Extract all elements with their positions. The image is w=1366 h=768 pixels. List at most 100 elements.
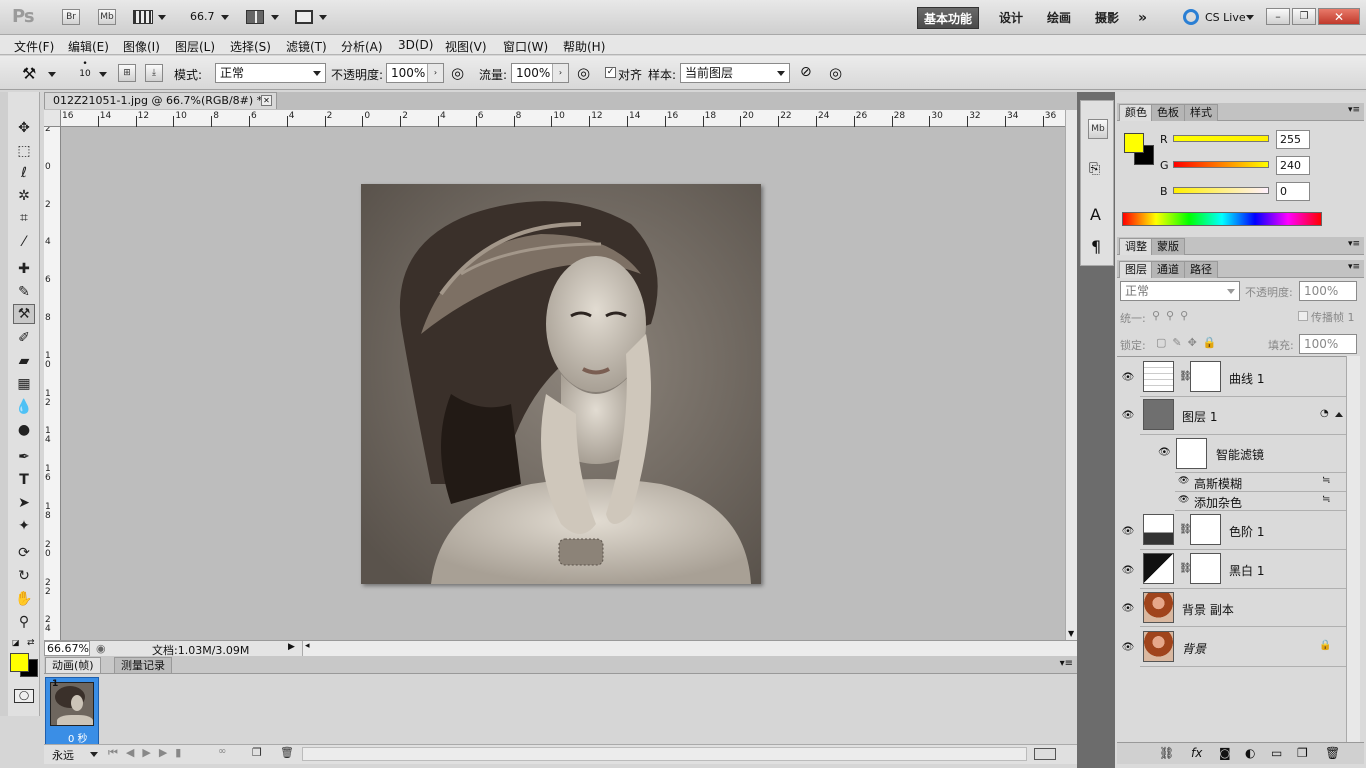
panel-menu-icon[interactable]: ▾≡ (1348, 105, 1360, 115)
opacity-slider-arrow[interactable]: › (427, 64, 443, 82)
fill-input[interactable]: 100% (1299, 334, 1357, 354)
lock-icons[interactable]: ▢✎✥🔒 (1156, 336, 1223, 349)
aligned-checkbox[interactable]: ✓ (605, 67, 616, 78)
r-slider[interactable] (1173, 135, 1269, 142)
menu-filter[interactable]: 滤镜(T) (286, 38, 327, 55)
layer-opacity-input[interactable]: 100% (1299, 281, 1357, 301)
ruler-origin[interactable] (44, 110, 61, 127)
crop-tool-icon[interactable]: ⌗ (13, 208, 35, 228)
gradient-tool-icon[interactable]: ▦ (13, 374, 35, 394)
g-value[interactable]: 240 (1276, 156, 1310, 175)
zoom-level[interactable]: 66.7 (190, 10, 215, 23)
layer-name[interactable]: 图层 1 (1182, 408, 1217, 425)
paragraph-panel-icon[interactable]: ¶ (1091, 237, 1101, 256)
menu-edit[interactable]: 编辑(E) (68, 38, 109, 55)
layer-name[interactable]: 黑白 1 (1229, 562, 1264, 579)
ignore-adjustment-layers-icon[interactable]: ⊘ (800, 64, 812, 80)
frame-delay[interactable]: 0 秒 (68, 730, 88, 745)
new-group-icon[interactable]: ▭ (1271, 746, 1282, 760)
frames-scrollbar[interactable] (302, 747, 1027, 761)
menu-select[interactable]: 选择(S) (230, 38, 271, 55)
visibility-eye-icon[interactable]: 👁 (1119, 551, 1137, 589)
tab-swatches[interactable]: 色板 (1151, 104, 1185, 121)
visibility-eye-icon[interactable]: 👁 (1119, 589, 1137, 627)
quick-selection-tool-icon[interactable]: ✲ (13, 186, 35, 206)
delete-layer-icon[interactable]: 🗑 (1325, 746, 1340, 760)
filter-blending-options-icon[interactable]: ≒ (1322, 475, 1330, 486)
zoom-tool-icon[interactable]: ⚲ (13, 612, 35, 632)
loop-select[interactable]: 永远 (52, 747, 74, 763)
workspace-painting[interactable]: 绘画 (1041, 7, 1077, 29)
panel-menu-icon[interactable]: ▾≡ (1348, 262, 1360, 272)
pressure-opacity-icon[interactable]: ◎ (451, 64, 464, 82)
g-slider[interactable] (1173, 161, 1269, 168)
layer-name[interactable]: 背景 副本 (1182, 601, 1234, 618)
tab-measurement-log[interactable]: 测量记录 (114, 657, 172, 673)
visibility-eye-icon[interactable]: 👁 (1119, 512, 1137, 550)
airbrush-icon[interactable]: ◎ (577, 64, 590, 82)
visibility-eye-icon[interactable]: 👁 (1119, 358, 1137, 396)
b-value[interactable]: 0 (1276, 182, 1310, 201)
horizontal-scrollbar[interactable]: ◂ (302, 641, 1077, 656)
clone-stamp-tool-icon[interactable]: ⚒ (13, 304, 35, 324)
new-layer-icon[interactable]: ❐ (1297, 746, 1308, 760)
layer-style-icon[interactable]: fx (1191, 746, 1202, 760)
add-mask-icon[interactable]: ◙ (1219, 746, 1231, 760)
bridge-button[interactable]: Br (62, 9, 80, 25)
color-spectrum-bar[interactable] (1122, 212, 1322, 226)
tab-layers[interactable]: 图层 (1119, 261, 1153, 278)
document-tab[interactable]: 012Z21051-1.jpg @ 66.7%(RGB/8#) * ✕ (44, 92, 277, 109)
status-menu-arrow[interactable]: ▶ (288, 642, 295, 652)
layer-name[interactable]: 曲线 1 (1229, 370, 1264, 387)
type-tool-icon[interactable]: T (13, 470, 35, 490)
menu-window[interactable]: 窗口(W) (503, 38, 548, 55)
vertical-scrollbar[interactable]: ▼ (1065, 110, 1077, 640)
mode-select[interactable]: 正常 (215, 63, 326, 83)
restore-button[interactable]: ❐ (1292, 8, 1316, 25)
chevron-down-icon[interactable] (99, 72, 107, 77)
shape-tool-icon[interactable]: ✦ (13, 516, 35, 536)
layers-scrollbar[interactable] (1346, 356, 1360, 742)
duplicate-frame-icon[interactable]: ❐ (252, 746, 262, 759)
brush-tool-icon[interactable]: ✎ (13, 282, 35, 302)
visibility-eye-icon[interactable]: 👁 (1119, 396, 1137, 434)
chevron-down-icon[interactable] (48, 72, 56, 77)
visibility-eye-icon[interactable]: 👁 (1158, 447, 1171, 458)
scroll-left-arrow[interactable]: ◂ (305, 641, 310, 651)
animation-frame[interactable]: 1 0 秒 (45, 677, 99, 745)
layer-mask-thumbnail[interactable] (1190, 553, 1221, 584)
sample-select[interactable]: 当前图层 (680, 63, 790, 83)
film-icon[interactable] (133, 10, 153, 24)
mini-bridge-button[interactable]: Mb (98, 9, 116, 25)
minimize-button[interactable]: – (1266, 8, 1290, 25)
chevron-down-icon[interactable] (319, 15, 327, 20)
pressure-size-icon[interactable]: ◎ (829, 64, 842, 82)
path-selection-tool-icon[interactable]: ➤ (13, 493, 35, 513)
filter-blending-options-icon[interactable]: ≒ (1322, 494, 1330, 505)
dodge-tool-icon[interactable]: ● (13, 420, 35, 440)
menu-file[interactable]: 文件(F) (14, 38, 54, 55)
mini-bridge-panel-icon[interactable]: Mb (1088, 119, 1108, 139)
more-workspaces-icon[interactable]: » (1132, 7, 1153, 29)
menu-image[interactable]: 图像(I) (123, 38, 160, 55)
zoom-field[interactable]: 66.67% (44, 641, 90, 656)
playback-controls[interactable]: ⏮◀▶▶▮ (108, 746, 189, 760)
delete-frame-icon[interactable]: 🗑 (280, 746, 294, 759)
status-options-icon[interactable]: ◉ (96, 642, 106, 655)
layer-name[interactable]: 智能滤镜 (1216, 446, 1264, 463)
pen-tool-icon[interactable]: ✒ (13, 447, 35, 467)
clone-stamp-tool-icon[interactable]: ⚒ (22, 64, 36, 83)
menu-analysis[interactable]: 分析(A) (341, 38, 383, 55)
lasso-tool-icon[interactable]: ℓ (13, 163, 35, 183)
chevron-down-icon[interactable] (271, 15, 279, 20)
brush-preset-picker[interactable]: • 10 (74, 59, 96, 87)
eyedropper-tool-icon[interactable]: ⁄ (13, 232, 35, 252)
3d-orbit-tool-icon[interactable]: ↻ (13, 566, 35, 586)
clone-source-icon[interactable]: ⤓ (145, 64, 163, 82)
image-canvas[interactable] (361, 184, 761, 584)
foreground-color-swatch[interactable] (10, 653, 29, 672)
layer-name[interactable]: 添加杂色 (1194, 494, 1242, 511)
history-brush-tool-icon[interactable]: ✐ (13, 328, 35, 348)
brush-panel-icon[interactable]: ⊞ (118, 64, 136, 82)
close-document-icon[interactable]: ✕ (261, 95, 272, 106)
